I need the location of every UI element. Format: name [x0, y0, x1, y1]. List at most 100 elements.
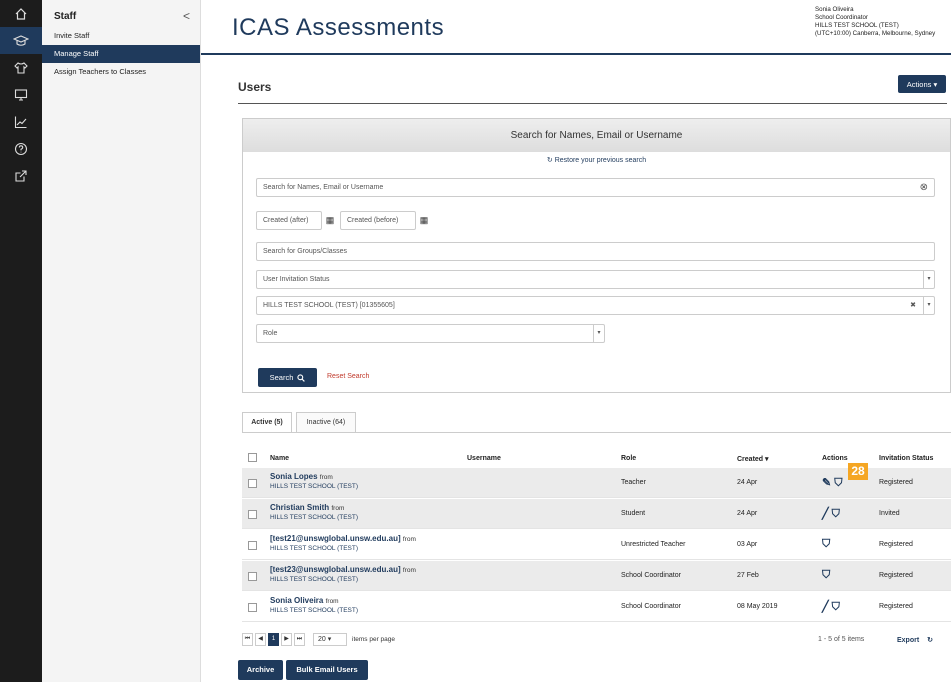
from-label: from [319, 474, 333, 481]
shirt-icon[interactable] [0, 54, 42, 81]
chart-icon[interactable] [0, 108, 42, 135]
chevron-down-icon: ▾ [923, 271, 934, 288]
tab-inactive[interactable]: Inactive (64) [296, 412, 356, 433]
user-timezone: (UTC+10:00) Canberra, Melbourne, Sydney [815, 30, 936, 37]
created-before-field[interactable]: Created (before) [340, 211, 416, 230]
home-icon[interactable] [0, 0, 42, 27]
edit-and-key-icons[interactable]: ╱ ⛉ [822, 507, 840, 521]
graduation-cap-icon[interactable] [0, 27, 42, 54]
next-page-button[interactable]: ▶ [281, 633, 292, 646]
column-header-role[interactable]: Role [621, 455, 636, 462]
sidebar-title: Staff [54, 10, 77, 22]
created-after-field[interactable]: Created (after) [256, 211, 322, 230]
created-cell: 03 Apr [737, 541, 758, 548]
page-1-button[interactable]: 1 [268, 633, 279, 646]
monitor-icon[interactable] [0, 81, 42, 108]
search-button[interactable]: Search [258, 368, 317, 387]
user-name-cell: [test23@unswglobal.unsw.edu.au] from HIL… [270, 565, 416, 583]
key-icon[interactable]: ⛉ [822, 538, 830, 551]
user-name-link[interactable]: Sonia Lopes [270, 472, 318, 481]
invitation-status-cell: Registered [879, 603, 913, 610]
search-button-label: Search [269, 373, 294, 382]
column-header-username[interactable]: Username [467, 455, 501, 462]
column-header-name[interactable]: Name [270, 455, 289, 462]
sidebar-item-assign-teachers[interactable]: Assign Teachers to Classes [42, 63, 200, 81]
external-link-icon[interactable] [0, 162, 42, 189]
calendar-after-icon[interactable]: ▦ [324, 211, 336, 230]
page-title: Users [238, 80, 272, 94]
refresh-icon: ↻ [546, 157, 555, 164]
row-checkbox[interactable] [248, 603, 257, 612]
column-header-invitation-status[interactable]: Invitation Status [879, 455, 933, 462]
row-checkbox[interactable] [248, 572, 257, 581]
user-school-label: HILLS TEST SCHOOL (TEST) [270, 576, 359, 583]
clear-search-icon[interactable]: ⊗ [920, 179, 928, 196]
main-content: ICAS Assessments Sonia Oliveira School C… [201, 0, 951, 682]
user-school: HILLS TEST SCHOOL (TEST) [815, 22, 899, 29]
user-name-link[interactable]: Christian Smith [270, 503, 329, 512]
chevron-down-icon: ▾ [593, 325, 604, 342]
pager: ⏮ ◀ 1 ▶ ⏭ 20 ▾ items per page [242, 633, 395, 646]
role-select-label: Role [263, 330, 278, 337]
actions-button[interactable]: Actions ▾ [898, 75, 946, 93]
reset-search-link[interactable]: Reset Search [327, 373, 369, 380]
school-select[interactable]: HILLS TEST SCHOOL (TEST) [01355605] ✖ ▾ [256, 296, 935, 315]
user-name-cell: Christian Smith from HILLS TEST SCHOOL (… [270, 503, 358, 521]
search-icon [297, 373, 306, 382]
edit-and-key-icons[interactable]: ✎ ⛉ [822, 476, 843, 490]
select-all-checkbox[interactable] [248, 453, 257, 462]
collapse-sidebar-button[interactable]: < [183, 9, 190, 23]
sidebar-header: Staff < [42, 0, 200, 27]
column-header-created[interactable]: Created ▾ [737, 455, 769, 463]
created-cell: 27 Feb [737, 572, 759, 579]
first-page-button[interactable]: ⏮ [242, 633, 253, 646]
role-cell: School Coordinator [621, 572, 681, 579]
user-info[interactable]: Sonia Oliveira School Coordinator HILLS … [815, 6, 935, 38]
table-row[interactable]: Sonia Lopes from HILLS TEST SCHOOL (TEST… [242, 468, 951, 498]
invitation-status-cell: Registered [879, 541, 913, 548]
key-icon[interactable]: ⛉ [822, 569, 830, 582]
groups-search-input[interactable]: Search for Groups/Classes [256, 242, 935, 261]
table-row[interactable]: Christian Smith from HILLS TEST SCHOOL (… [242, 499, 951, 529]
role-select[interactable]: Role ▾ [256, 324, 605, 343]
export-label: Export [897, 637, 920, 644]
clear-school-icon[interactable]: ✖ [910, 297, 916, 314]
invitation-status-select[interactable]: User Invitation Status ▾ [256, 270, 935, 289]
names-search-input[interactable]: Search for Names, Email or Username ⊗ [256, 178, 935, 197]
row-checkbox[interactable] [248, 510, 257, 519]
table-row[interactable]: [test21@unswglobal.unsw.edu.au] from HIL… [242, 530, 951, 560]
calendar-before-icon[interactable]: ▦ [418, 211, 430, 230]
item-count: 1 - 5 of 5 items [818, 636, 865, 643]
user-name-link[interactable]: [test21@unswglobal.unsw.edu.au] [270, 534, 401, 543]
prev-page-button[interactable]: ◀ [255, 633, 266, 646]
sidebar-item-manage-staff[interactable]: Manage Staff [42, 45, 200, 63]
search-panel: Search for Names, Email or Username ↻ Re… [242, 118, 951, 393]
sidebar-item-invite-staff[interactable]: Invite Staff [42, 27, 200, 45]
column-header-actions: Actions [822, 455, 848, 462]
user-name-link[interactable]: Sonia Oliveira [270, 596, 323, 605]
invitation-status-cell: Registered [879, 572, 913, 579]
table-row[interactable]: Sonia Oliveira from HILLS TEST SCHOOL (T… [242, 592, 951, 622]
archive-button[interactable]: Archive [238, 660, 283, 680]
row-checkbox[interactable] [248, 541, 257, 550]
restore-search-label: Restore your previous search [554, 157, 647, 164]
help-icon[interactable] [0, 135, 42, 162]
items-per-page-select[interactable]: 20 ▾ [313, 633, 347, 646]
user-name-link[interactable]: [test23@unswglobal.unsw.edu.au] [270, 565, 401, 574]
refresh-icon[interactable]: ↻ [927, 637, 933, 644]
names-search-placeholder: Search for Names, Email or Username [263, 184, 384, 191]
export-button[interactable]: Export ↻ [897, 636, 933, 644]
edit-and-key-icons[interactable]: ╱ ⛉ [822, 600, 840, 614]
step-badge: 28 [848, 463, 868, 480]
created-cell: 24 Apr [737, 510, 758, 517]
tab-active[interactable]: Active (5) [242, 412, 292, 433]
restore-search-link[interactable]: ↻ Restore your previous search [243, 156, 950, 164]
sidebar: Staff < Invite Staff Manage Staff Assign… [42, 0, 201, 682]
row-checkbox[interactable] [248, 479, 257, 488]
title-divider [238, 103, 947, 104]
brand-logo[interactable]: ICAS Assessments [232, 14, 444, 42]
last-page-button[interactable]: ⏭ [294, 633, 305, 646]
bulk-email-users-button[interactable]: Bulk Email Users [286, 660, 368, 680]
invitation-status-cell: Registered [879, 479, 913, 486]
table-row[interactable]: [test23@unswglobal.unsw.edu.au] from HIL… [242, 561, 951, 591]
